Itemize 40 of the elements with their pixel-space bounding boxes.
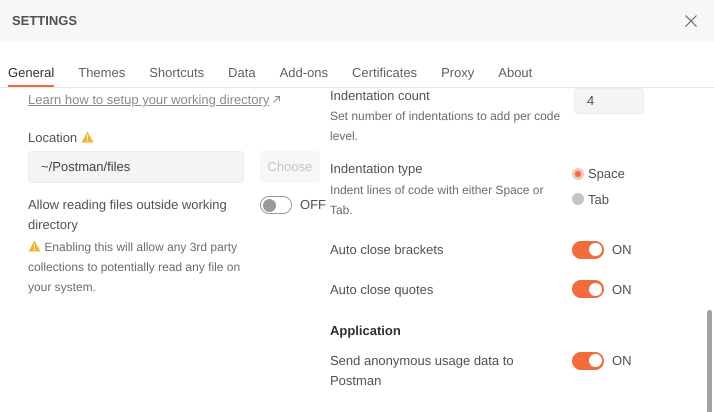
warning-text: Enabling this will allow any 3rd party collections to potentially read any file on your system. (28, 239, 242, 296)
radio-option[interactable]: Space (572, 164, 644, 184)
warning-icon (81, 131, 94, 144)
field-label: Location (28, 128, 78, 146)
settings-tab[interactable]: Add-ons (280, 42, 328, 87)
toggle-switch[interactable] (260, 196, 292, 214)
toggle-switch[interactable] (572, 280, 604, 298)
toggle-switch[interactable] (572, 240, 604, 259)
section-heading: Application (330, 322, 402, 340)
setting-description: Indent lines of code with either Space or Tab. (330, 182, 544, 219)
toggle-state: ON (612, 241, 632, 259)
toggle-state: ON (612, 352, 632, 370)
setting-label: Indentation type (330, 160, 424, 178)
scrollbar-thumb[interactable] (707, 310, 712, 412)
help-link[interactable]: Learn how to setup your working directory (28, 90, 270, 110)
setting-label: Auto close brackets (330, 241, 444, 259)
radio-icon[interactable] (572, 168, 584, 180)
settings-tab[interactable]: About (498, 42, 532, 87)
setting-label: Auto close quotes (330, 280, 434, 299)
location-field[interactable]: ~/Postman/files (28, 151, 244, 183)
setting-description: Set number of indentations to add per code level. (330, 108, 562, 145)
close-icon[interactable] (685, 15, 697, 27)
settings-tab[interactable]: Themes (78, 42, 126, 87)
indentation-count-field[interactable]: 4 (574, 88, 644, 114)
setting-label: Indentation count (330, 88, 431, 104)
settings-tab[interactable]: Shortcuts (149, 42, 204, 87)
settings-tab[interactable]: General (8, 42, 54, 87)
toggle-state: OFF (300, 196, 326, 214)
settings-tab[interactable]: Proxy (441, 42, 474, 87)
setting-label: Send anonymous usage data to Postman (330, 352, 515, 390)
window-title: SETTINGS (12, 12, 78, 30)
settings-tab[interactable]: Certificates (352, 42, 418, 87)
toggle-state: ON (612, 280, 632, 298)
settings-tab[interactable]: Data (228, 42, 256, 87)
radio-option[interactable]: Tab (572, 190, 644, 209)
external-link-icon (273, 96, 280, 104)
radio-icon[interactable] (572, 193, 584, 206)
warning-icon (28, 240, 41, 252)
setting-label: Allow reading files outside working directory (28, 196, 228, 234)
toggle-switch[interactable] (572, 352, 604, 370)
